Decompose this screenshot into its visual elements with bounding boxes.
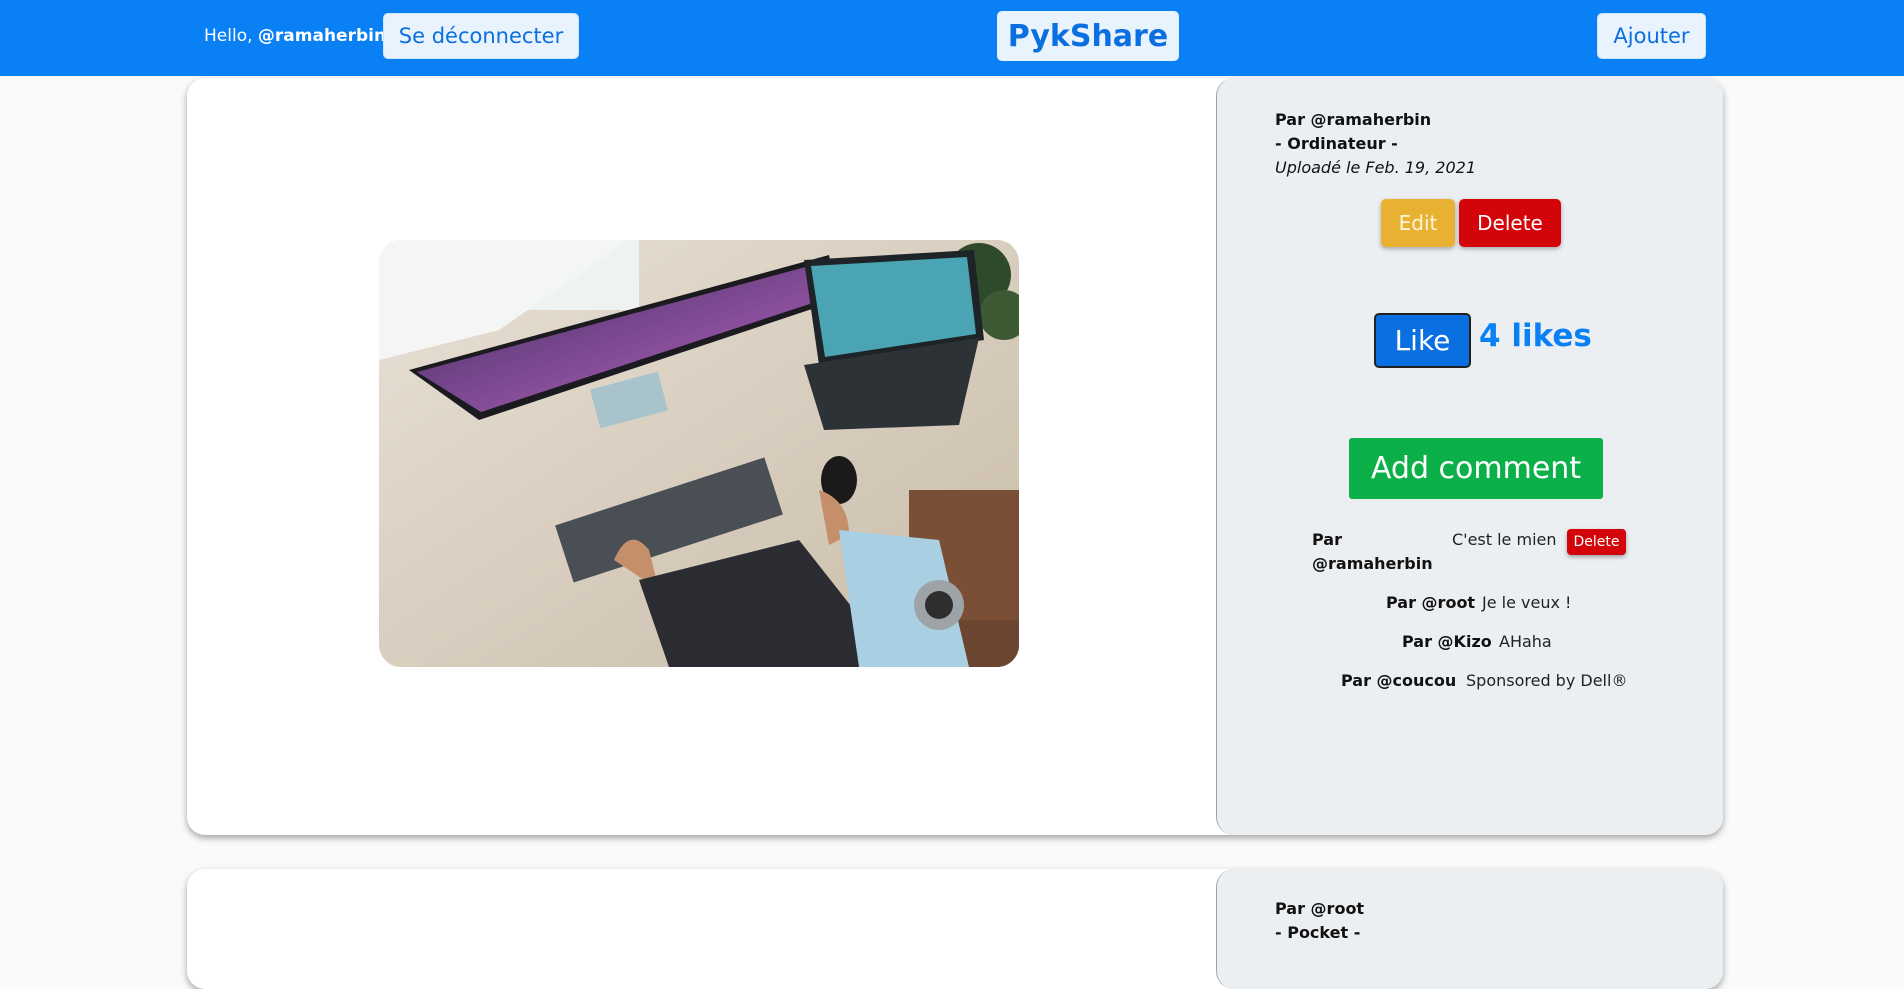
greeting-username: @ramaherbin: [257, 26, 387, 46]
comment-text: Sponsored by Dell®: [1466, 671, 1628, 690]
comment-text: C'est le mien: [1452, 530, 1557, 549]
delete-comment-button[interactable]: Delete: [1567, 529, 1626, 555]
post-meta: Par @root - Pocket -: [1275, 897, 1364, 945]
post-details-panel: Par @ramaherbin - Ordinateur - Uploadé l…: [1216, 78, 1723, 835]
post-card: Par @root - Pocket -: [187, 869, 1723, 989]
edit-button[interactable]: Edit: [1381, 199, 1455, 247]
greeting: Hello, @ramaherbin: [204, 26, 386, 46]
greeting-prefix: Hello,: [204, 26, 253, 46]
comment-author: Par @root: [1386, 593, 1476, 612]
brand-logo[interactable]: PykShare: [997, 11, 1179, 61]
add-post-button[interactable]: Ajouter: [1597, 13, 1706, 59]
post-author[interactable]: Par @root: [1275, 897, 1364, 921]
post-meta: Par @ramaherbin - Ordinateur - Uploadé l…: [1275, 108, 1476, 180]
logout-button[interactable]: Se déconnecter: [383, 13, 579, 59]
likes-count: 4 likes: [1479, 318, 1592, 354]
delete-post-button[interactable]: Delete: [1459, 199, 1561, 247]
add-comment-button[interactable]: Add comment: [1349, 438, 1603, 499]
comment-author: Par @coucou: [1341, 671, 1457, 690]
post-author[interactable]: Par @ramaherbin: [1275, 108, 1476, 132]
post-category: - Ordinateur -: [1275, 134, 1398, 153]
post-upload-date: Uploadé le Feb. 19, 2021: [1275, 158, 1476, 177]
comment-author: Par @Kizo: [1402, 632, 1492, 651]
post-details-panel: Par @root - Pocket -: [1216, 869, 1723, 989]
top-navbar: Hello, @ramaherbin Se déconnecter PykSha…: [0, 0, 1904, 76]
post-image: [379, 240, 1019, 667]
like-button[interactable]: Like: [1374, 313, 1471, 368]
comment-text: AHaha: [1499, 632, 1552, 651]
comment-text: Je le veux !: [1482, 593, 1572, 612]
post-card: Par @ramaherbin - Ordinateur - Uploadé l…: [187, 78, 1723, 835]
post-category: - Pocket -: [1275, 923, 1361, 942]
comment-author: Par @ramaherbin: [1312, 530, 1433, 573]
